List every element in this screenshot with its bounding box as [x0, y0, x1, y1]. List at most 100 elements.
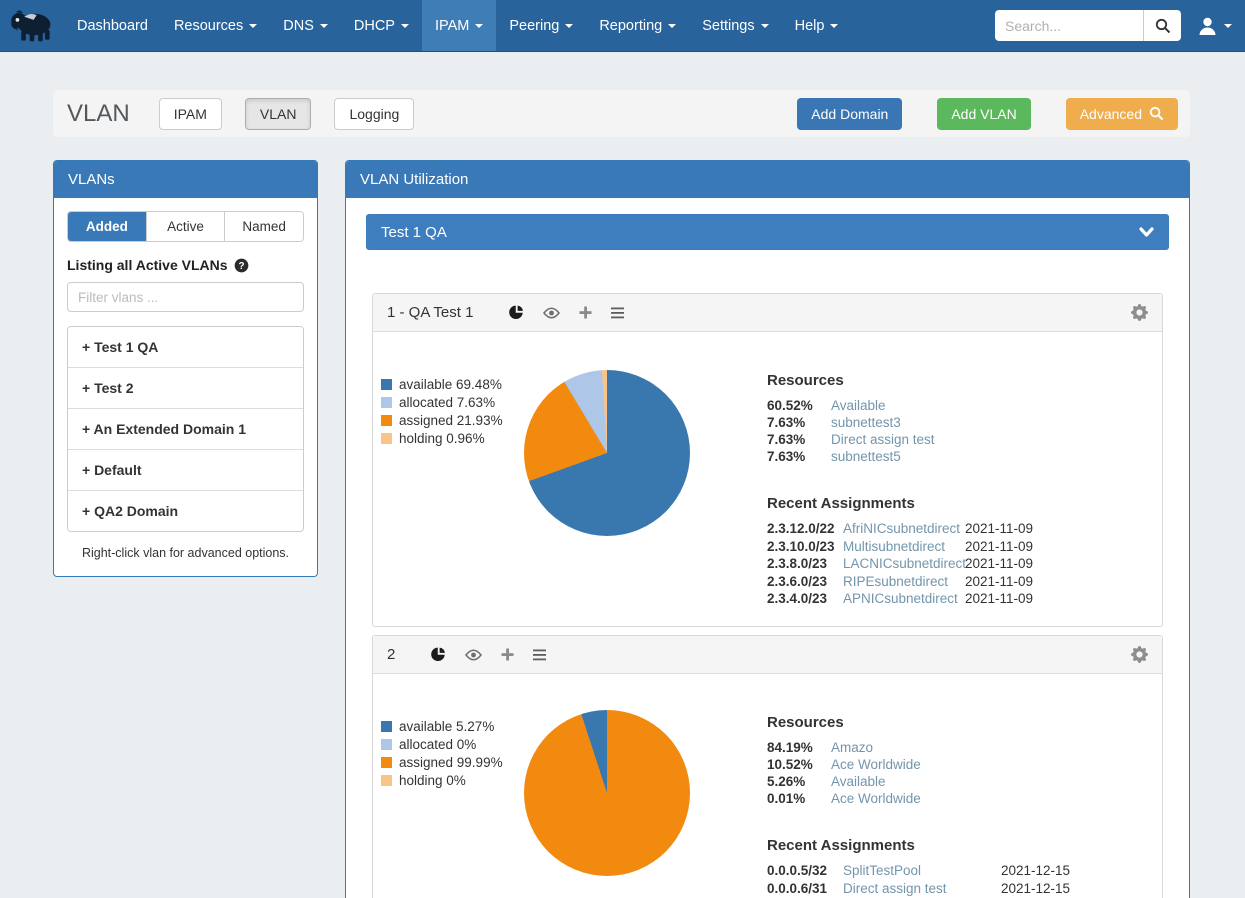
resource-link[interactable]: Available — [831, 397, 886, 414]
legend-item-holding[interactable]: holding 0.96% — [381, 431, 503, 446]
menu-list-icon[interactable] — [533, 649, 547, 661]
utilization-pie-chart[interactable] — [524, 370, 690, 536]
caret-down-icon — [668, 24, 676, 28]
card-title: 1 - QA Test 1 — [387, 304, 473, 321]
tab-active[interactable]: Active — [146, 212, 225, 241]
eye-icon[interactable] — [465, 649, 482, 661]
resource-row: 5.26%Available — [767, 773, 1067, 790]
assignment-link[interactable]: LACNICsubnetdirect — [843, 555, 953, 573]
nav-item-dhcp[interactable]: DHCP — [341, 0, 422, 51]
resource-row: 60.52%Available — [767, 397, 1067, 414]
nav-item-reporting[interactable]: Reporting — [586, 0, 689, 51]
nav-item-settings[interactable]: Settings — [689, 0, 781, 51]
add-domain-button[interactable]: Add Domain — [797, 98, 902, 130]
caret-down-icon — [1224, 24, 1232, 28]
legend-item-allocated[interactable]: allocated 0% — [381, 737, 503, 752]
recent-assignments-heading: Recent Assignments — [767, 495, 1067, 512]
resource-row: 10.52%Ace Worldwide — [767, 756, 1067, 773]
legend-swatch — [381, 775, 392, 786]
help-question-icon[interactable]: ? — [234, 258, 249, 273]
brand-logo[interactable] — [0, 0, 64, 51]
vlan-list-item-test1qa[interactable]: + Test 1 QA — [68, 327, 303, 368]
vlan-list-item-default[interactable]: + Default — [68, 450, 303, 491]
assignment-row: 2.3.4.0/23APNICsubnetdirect2021-11-09 — [767, 590, 1067, 608]
user-icon — [1197, 16, 1218, 36]
resource-link[interactable]: Available — [831, 773, 886, 790]
nav-item-peering[interactable]: Peering — [496, 0, 586, 51]
nav-item-help[interactable]: Help — [782, 0, 852, 51]
domain-collapse-bar[interactable]: Test 1 QA — [366, 214, 1169, 250]
assignment-link[interactable]: Multisubnetdirect — [843, 538, 953, 556]
search-icon — [1149, 106, 1164, 121]
assignment-link[interactable]: RIPEsubnetdirect — [843, 573, 953, 591]
nav-item-ipam[interactable]: IPAM — [422, 0, 496, 51]
chevron-down-icon[interactable] — [1139, 227, 1154, 238]
assignment-link[interactable]: AfriNICsubnetdirect — [843, 520, 953, 538]
tab-vlan[interactable]: VLAN — [245, 98, 312, 130]
legend-item-holding[interactable]: holding 0% — [381, 773, 503, 788]
resource-row: 84.19%Amazo — [767, 739, 1067, 756]
tab-named[interactable]: Named — [224, 212, 303, 241]
vlan-filter-tabs: Added Active Named — [67, 211, 304, 242]
tab-added[interactable]: Added — [68, 212, 146, 241]
assignment-row: 2.3.12.0/22AfriNICsubnetdirect2021-11-09 — [767, 520, 1067, 538]
resource-link[interactable]: subnettest5 — [831, 448, 901, 465]
resource-row: 7.63%subnettest5 — [767, 448, 1067, 465]
resource-link[interactable]: Ace Worldwide — [831, 790, 921, 807]
page-title: VLAN — [67, 100, 130, 128]
assignment-row: 0.0.0.6/31Direct assign test2021-12-15 — [767, 880, 1067, 898]
legend-swatch — [381, 433, 392, 444]
legend-swatch — [381, 739, 392, 750]
legend-swatch — [381, 721, 392, 732]
menu-list-icon[interactable] — [611, 307, 625, 319]
assignment-row: 2.3.10.0/23Multisubnetdirect2021-11-09 — [767, 538, 1067, 556]
caret-down-icon — [475, 24, 483, 28]
resource-link[interactable]: subnettest3 — [831, 414, 901, 431]
vlan-card-2: 2 — [372, 635, 1163, 898]
vlan-list-item-qa2-domain[interactable]: + QA2 Domain — [68, 491, 303, 531]
page-header: VLAN IPAM VLAN Logging Add Domain Add VL… — [53, 90, 1190, 137]
nav-item-dns[interactable]: DNS — [270, 0, 341, 51]
legend-item-assigned[interactable]: assigned 99.99% — [381, 755, 503, 770]
legend-item-allocated[interactable]: allocated 7.63% — [381, 395, 503, 410]
assignment-link[interactable]: SplitTestPool — [843, 862, 989, 880]
legend-swatch — [381, 757, 392, 768]
plus-icon[interactable] — [501, 648, 514, 661]
gear-icon[interactable] — [1131, 646, 1148, 663]
assignment-row: 0.0.0.5/32SplitTestPool2021-12-15 — [767, 862, 1067, 880]
assignment-link[interactable]: Direct assign test — [843, 880, 989, 898]
resource-row: 0.01%Ace Worldwide — [767, 790, 1067, 807]
tab-logging[interactable]: Logging — [334, 98, 414, 130]
assignment-row: 2.3.6.0/23RIPEsubnetdirect2021-11-09 — [767, 573, 1067, 591]
nav-item-resources[interactable]: Resources — [161, 0, 270, 51]
pie-chart-view-icon[interactable] — [431, 647, 446, 662]
search-button[interactable] — [1143, 10, 1181, 41]
legend-item-assigned[interactable]: assigned 21.93% — [381, 413, 503, 428]
nav-item-dashboard[interactable]: Dashboard — [64, 0, 161, 51]
legend-item-available[interactable]: available 69.48% — [381, 377, 503, 392]
vlan-list: + Test 1 QA + Test 2 + An Extended Domai… — [67, 326, 304, 532]
resource-link[interactable]: Ace Worldwide — [831, 756, 921, 773]
legend-item-available[interactable]: available 5.27% — [381, 719, 503, 734]
gear-icon[interactable] — [1131, 304, 1148, 321]
filter-vlans-input[interactable] — [67, 282, 304, 312]
advanced-search-button[interactable]: Advanced — [1066, 98, 1178, 130]
search-input[interactable] — [995, 10, 1143, 41]
sidebar-hint: Right-click vlan for advanced options. — [67, 532, 304, 563]
resources-heading: Resources — [767, 372, 1067, 389]
resource-link[interactable]: Amazo — [831, 739, 873, 756]
vlan-list-item-extended-domain[interactable]: + An Extended Domain 1 — [68, 409, 303, 450]
resource-link[interactable]: Direct assign test — [831, 431, 935, 448]
eye-icon[interactable] — [543, 307, 560, 319]
legend-swatch — [381, 397, 392, 408]
user-menu[interactable] — [1197, 16, 1232, 36]
plus-icon[interactable] — [579, 306, 592, 319]
tab-ipam[interactable]: IPAM — [159, 98, 222, 130]
utilization-pie-chart[interactable] — [524, 710, 690, 876]
add-vlan-button[interactable]: Add VLAN — [937, 98, 1030, 130]
assignment-row: 2.3.8.0/23LACNICsubnetdirect2021-11-09 — [767, 555, 1067, 573]
caret-down-icon — [565, 24, 573, 28]
vlan-list-item-test2[interactable]: + Test 2 — [68, 368, 303, 409]
pie-chart-view-icon[interactable] — [509, 305, 524, 320]
assignment-link[interactable]: APNICsubnetdirect — [843, 590, 953, 608]
